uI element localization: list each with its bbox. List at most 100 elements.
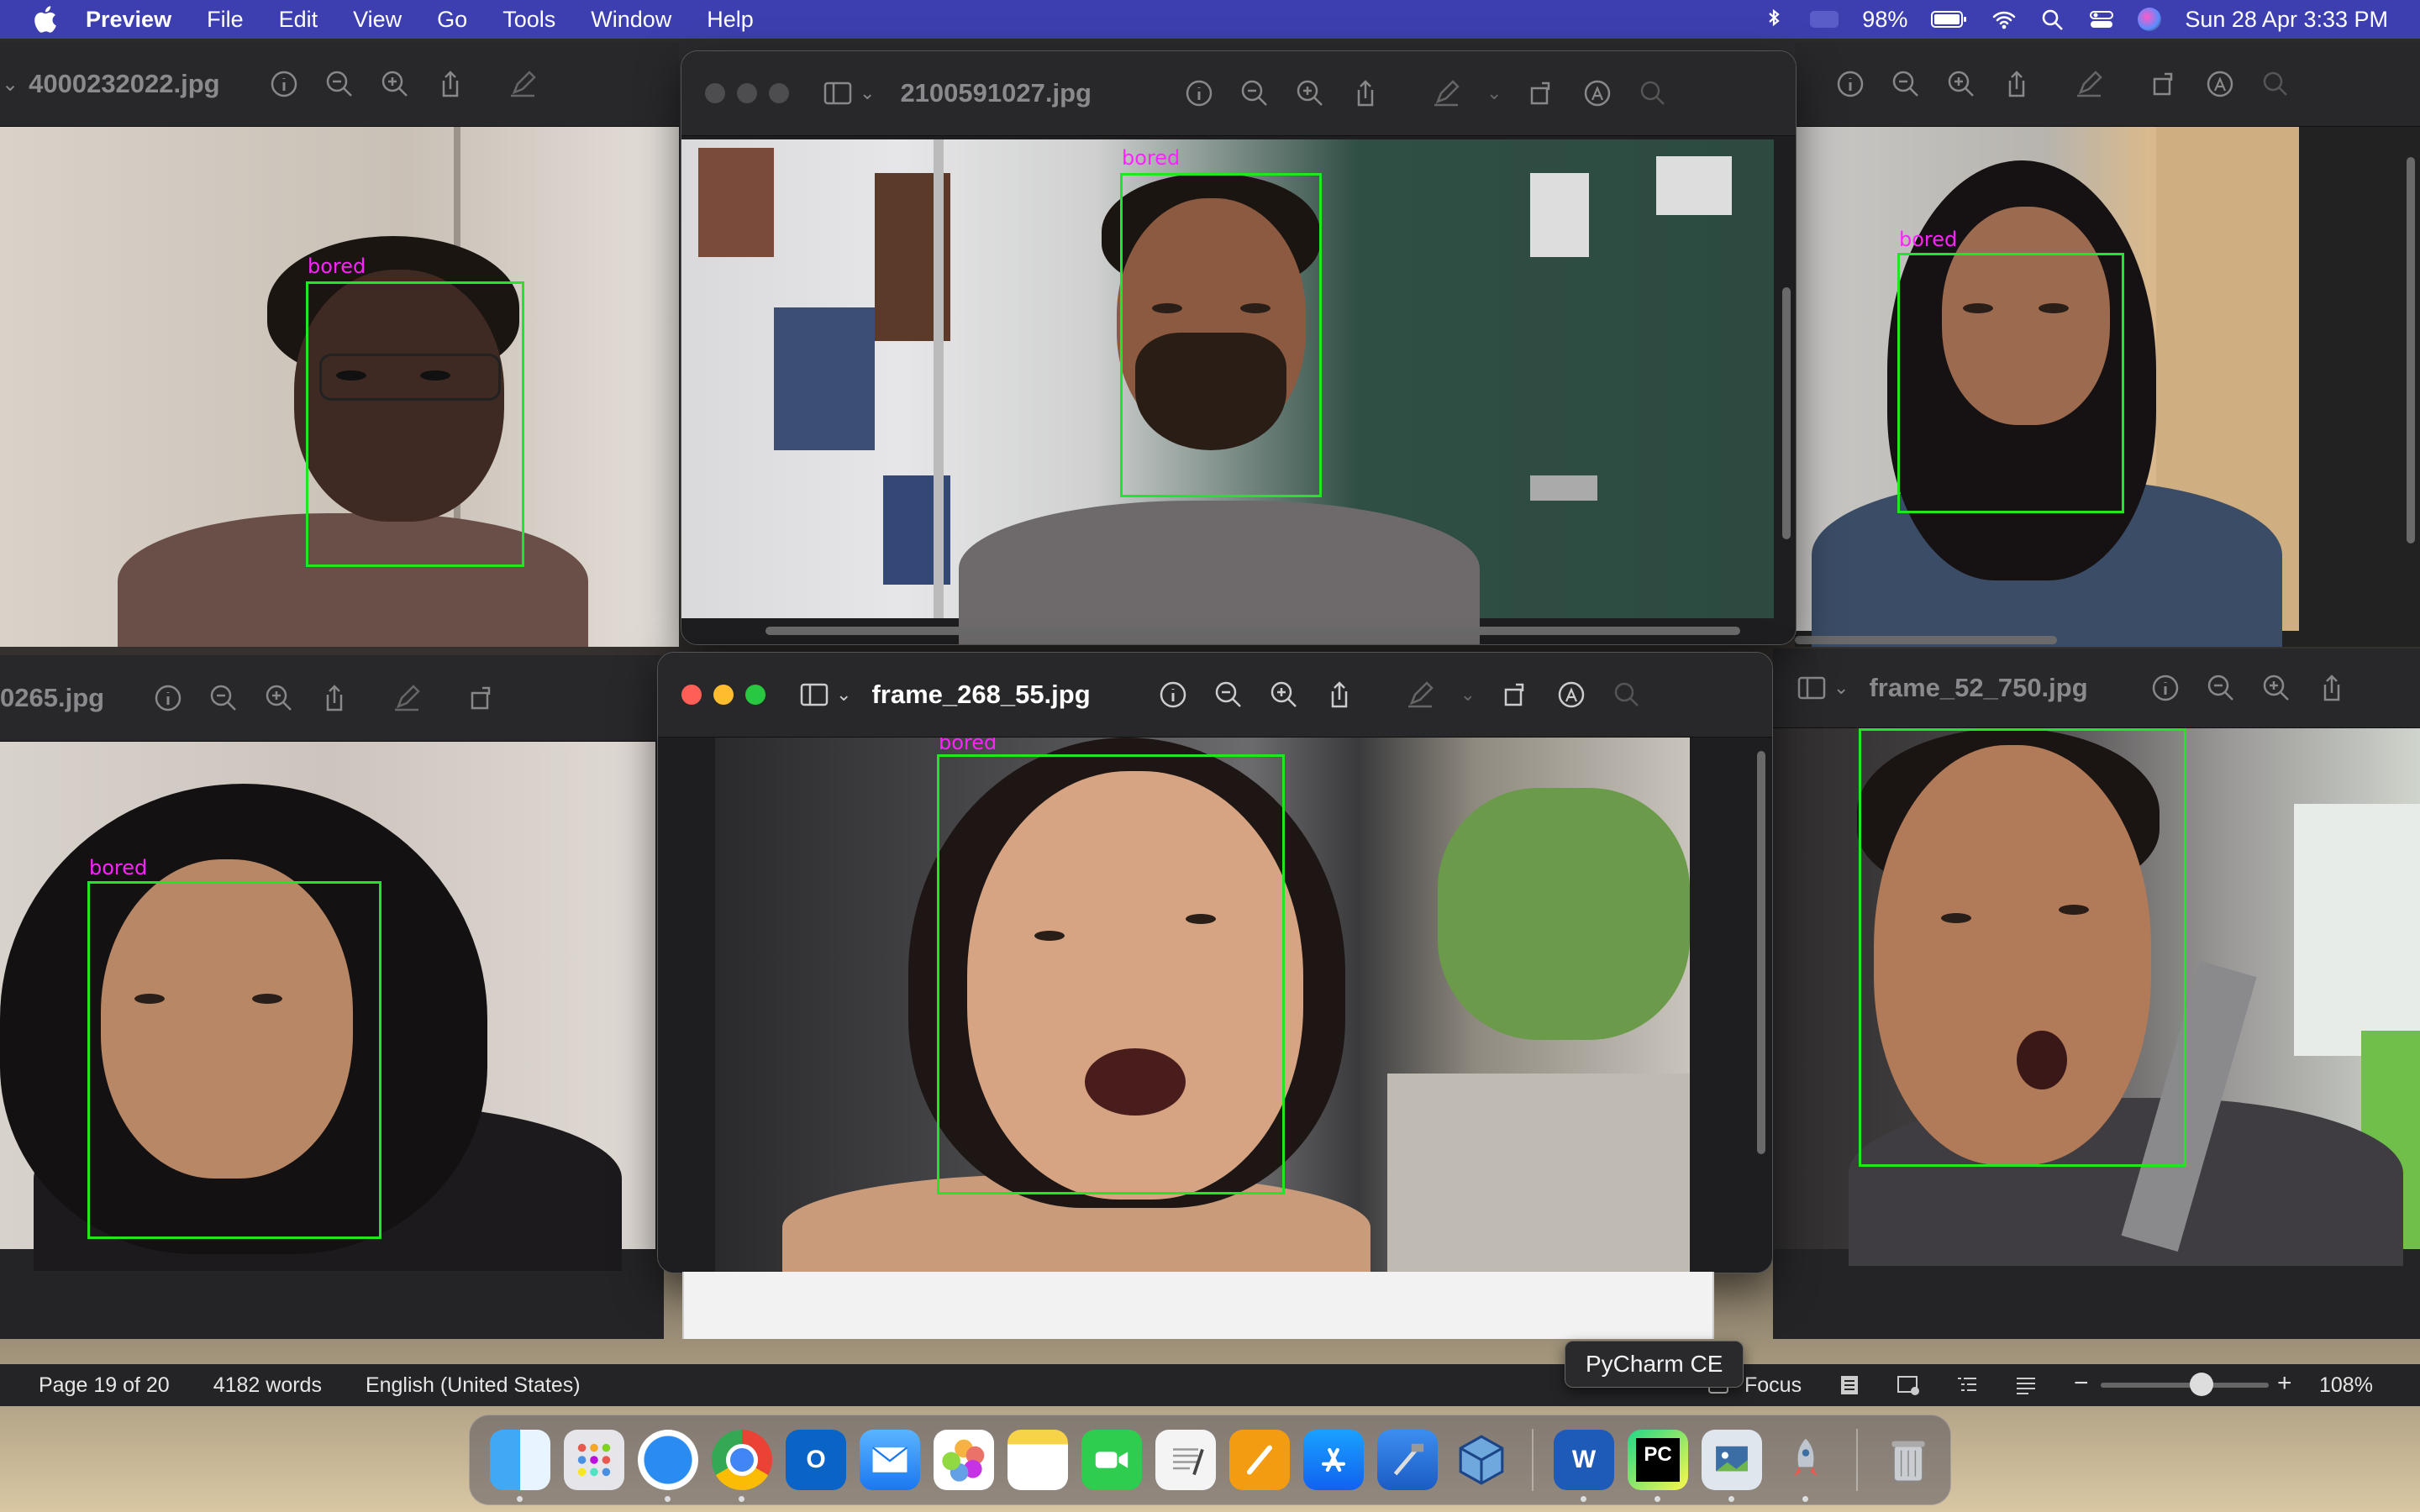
preview-window-4[interactable]: 0265.jpg bored: [0, 655, 664, 1339]
preview-window-1[interactable]: ⌄ 4000232022.jpg bored: [0, 42, 679, 647]
menu-window[interactable]: Window: [591, 7, 671, 33]
markup-icon[interactable]: [1556, 680, 1586, 710]
finder-icon[interactable]: [490, 1430, 550, 1502]
share-icon[interactable]: [1324, 680, 1355, 710]
rotate-icon[interactable]: [1527, 78, 1557, 108]
outline-view-icon[interactable]: [1954, 1373, 1980, 1398]
vertical-scrollbar[interactable]: [1757, 751, 1765, 1154]
control-center-icon[interactable]: [2089, 8, 2114, 31]
mail-icon[interactable]: [860, 1430, 920, 1490]
bluetooth-icon[interactable]: [1761, 8, 1786, 31]
photos-icon[interactable]: [934, 1430, 994, 1490]
virtualbox-icon[interactable]: [1451, 1430, 1512, 1490]
search-icon[interactable]: [2260, 69, 2291, 99]
draft-view-icon[interactable]: [2013, 1373, 2039, 1398]
rotate-icon[interactable]: [1501, 680, 1531, 710]
safari-icon[interactable]: [638, 1430, 698, 1502]
close-button[interactable]: [681, 685, 702, 705]
zoom-percent[interactable]: 108%: [2319, 1373, 2373, 1398]
trash-icon[interactable]: [1878, 1430, 1939, 1490]
zoom-in-icon[interactable]: [1295, 78, 1325, 108]
apple-menu-icon[interactable]: [32, 5, 57, 34]
preview-window-6[interactable]: ⌄ frame_52_750.jpg bored: [1773, 648, 2420, 1339]
wifi-icon[interactable]: [1991, 8, 2017, 31]
zoom-out-icon[interactable]: [1213, 680, 1244, 710]
pycharm-icon[interactable]: PC: [1628, 1430, 1688, 1502]
info-icon[interactable]: [1184, 78, 1214, 108]
zoom-button[interactable]: [745, 685, 765, 705]
launchpad-icon[interactable]: [564, 1430, 624, 1490]
zoom-slider[interactable]: [2101, 1373, 2269, 1396]
minimize-button[interactable]: [737, 83, 757, 103]
language-indicator[interactable]: English (United States): [366, 1373, 581, 1398]
minimize-button[interactable]: [713, 685, 734, 705]
preview-icon[interactable]: [1702, 1430, 1762, 1502]
share-icon[interactable]: [1350, 78, 1381, 108]
preview-window-3[interactable]: bored: [1795, 42, 2420, 647]
sidebar-icon[interactable]: [799, 680, 829, 710]
battery-icon[interactable]: [1931, 8, 1968, 31]
zoom-out-button[interactable]: −: [2074, 1369, 2089, 1398]
menu-view[interactable]: View: [353, 7, 402, 33]
chevron-down-icon[interactable]: ⌄: [2, 72, 18, 97]
info-icon[interactable]: [1158, 680, 1188, 710]
zoom-out-icon[interactable]: [208, 683, 239, 713]
markup-pen-icon[interactable]: [508, 69, 538, 99]
search-icon[interactable]: [1638, 78, 1668, 108]
menu-app-name[interactable]: Preview: [86, 7, 171, 33]
markup-icon[interactable]: [1582, 78, 1612, 108]
menu-go[interactable]: Go: [437, 7, 467, 33]
markup-pen-icon[interactable]: [1431, 78, 1461, 108]
zoom-in-icon[interactable]: [1269, 680, 1299, 710]
zoom-in-icon[interactable]: [1946, 69, 1976, 99]
markup-icon[interactable]: [2205, 69, 2235, 99]
focus-button[interactable]: Focus: [1744, 1373, 1802, 1398]
rocket-icon[interactable]: [1776, 1430, 1836, 1502]
zoom-out-icon[interactable]: [2206, 673, 2236, 703]
menu-tools[interactable]: Tools: [502, 7, 555, 33]
info-icon[interactable]: [2150, 673, 2181, 703]
close-button[interactable]: [705, 83, 725, 103]
markup-pen-icon[interactable]: [2074, 69, 2104, 99]
share-icon[interactable]: [2317, 673, 2347, 703]
word-count[interactable]: 4182 words: [213, 1373, 322, 1398]
notes-icon[interactable]: [1007, 1430, 1068, 1490]
chevron-down-icon[interactable]: ⌄: [1486, 82, 1502, 104]
info-icon[interactable]: [153, 683, 183, 713]
share-icon[interactable]: [2002, 69, 2032, 99]
page-count[interactable]: Page 19 of 20: [39, 1373, 170, 1398]
sidebar-icon[interactable]: [1797, 673, 1827, 703]
pages-icon[interactable]: [1229, 1430, 1290, 1490]
sidebar-icon[interactable]: [823, 78, 853, 108]
zoom-out-icon[interactable]: [324, 69, 355, 99]
menu-clock[interactable]: Sun 28 Apr 3:33 PM: [2185, 7, 2388, 33]
zoom-out-icon[interactable]: [1239, 78, 1270, 108]
menu-help[interactable]: Help: [707, 7, 754, 33]
rotate-icon[interactable]: [467, 683, 497, 713]
horizontal-scrollbar[interactable]: [1795, 636, 2057, 644]
facetime-icon[interactable]: [1081, 1430, 1142, 1490]
screen-mirroring-icon[interactable]: [1810, 11, 1839, 28]
search-icon[interactable]: [1612, 680, 1642, 710]
chevron-down-icon[interactable]: ⌄: [1833, 677, 1849, 699]
web-layout-icon[interactable]: [1896, 1373, 1921, 1398]
print-layout-icon[interactable]: [1837, 1373, 1862, 1398]
zoom-out-icon[interactable]: [1891, 69, 1921, 99]
chevron-down-icon[interactable]: ⌄: [1460, 684, 1476, 706]
spotlight-search-icon[interactable]: [2040, 8, 2065, 31]
share-icon[interactable]: [435, 69, 466, 99]
textedit-icon[interactable]: [1155, 1430, 1216, 1490]
preview-window-5[interactable]: ⌄ frame_268_55.jpg ⌄ bored: [657, 652, 1773, 1273]
siri-icon[interactable]: [2138, 8, 2162, 31]
word-icon[interactable]: W: [1554, 1430, 1614, 1502]
zoom-in-icon[interactable]: [380, 69, 410, 99]
info-icon[interactable]: [1835, 69, 1865, 99]
zoom-in-icon[interactable]: [264, 683, 294, 713]
rotate-icon[interactable]: [2149, 69, 2180, 99]
info-icon[interactable]: [269, 69, 299, 99]
zoom-in-button[interactable]: +: [2277, 1369, 2292, 1398]
outlook-icon[interactable]: O: [786, 1430, 846, 1490]
menu-edit[interactable]: Edit: [279, 7, 318, 33]
chevron-down-icon[interactable]: ⌄: [860, 82, 875, 104]
markup-pen-icon[interactable]: [1405, 680, 1435, 710]
